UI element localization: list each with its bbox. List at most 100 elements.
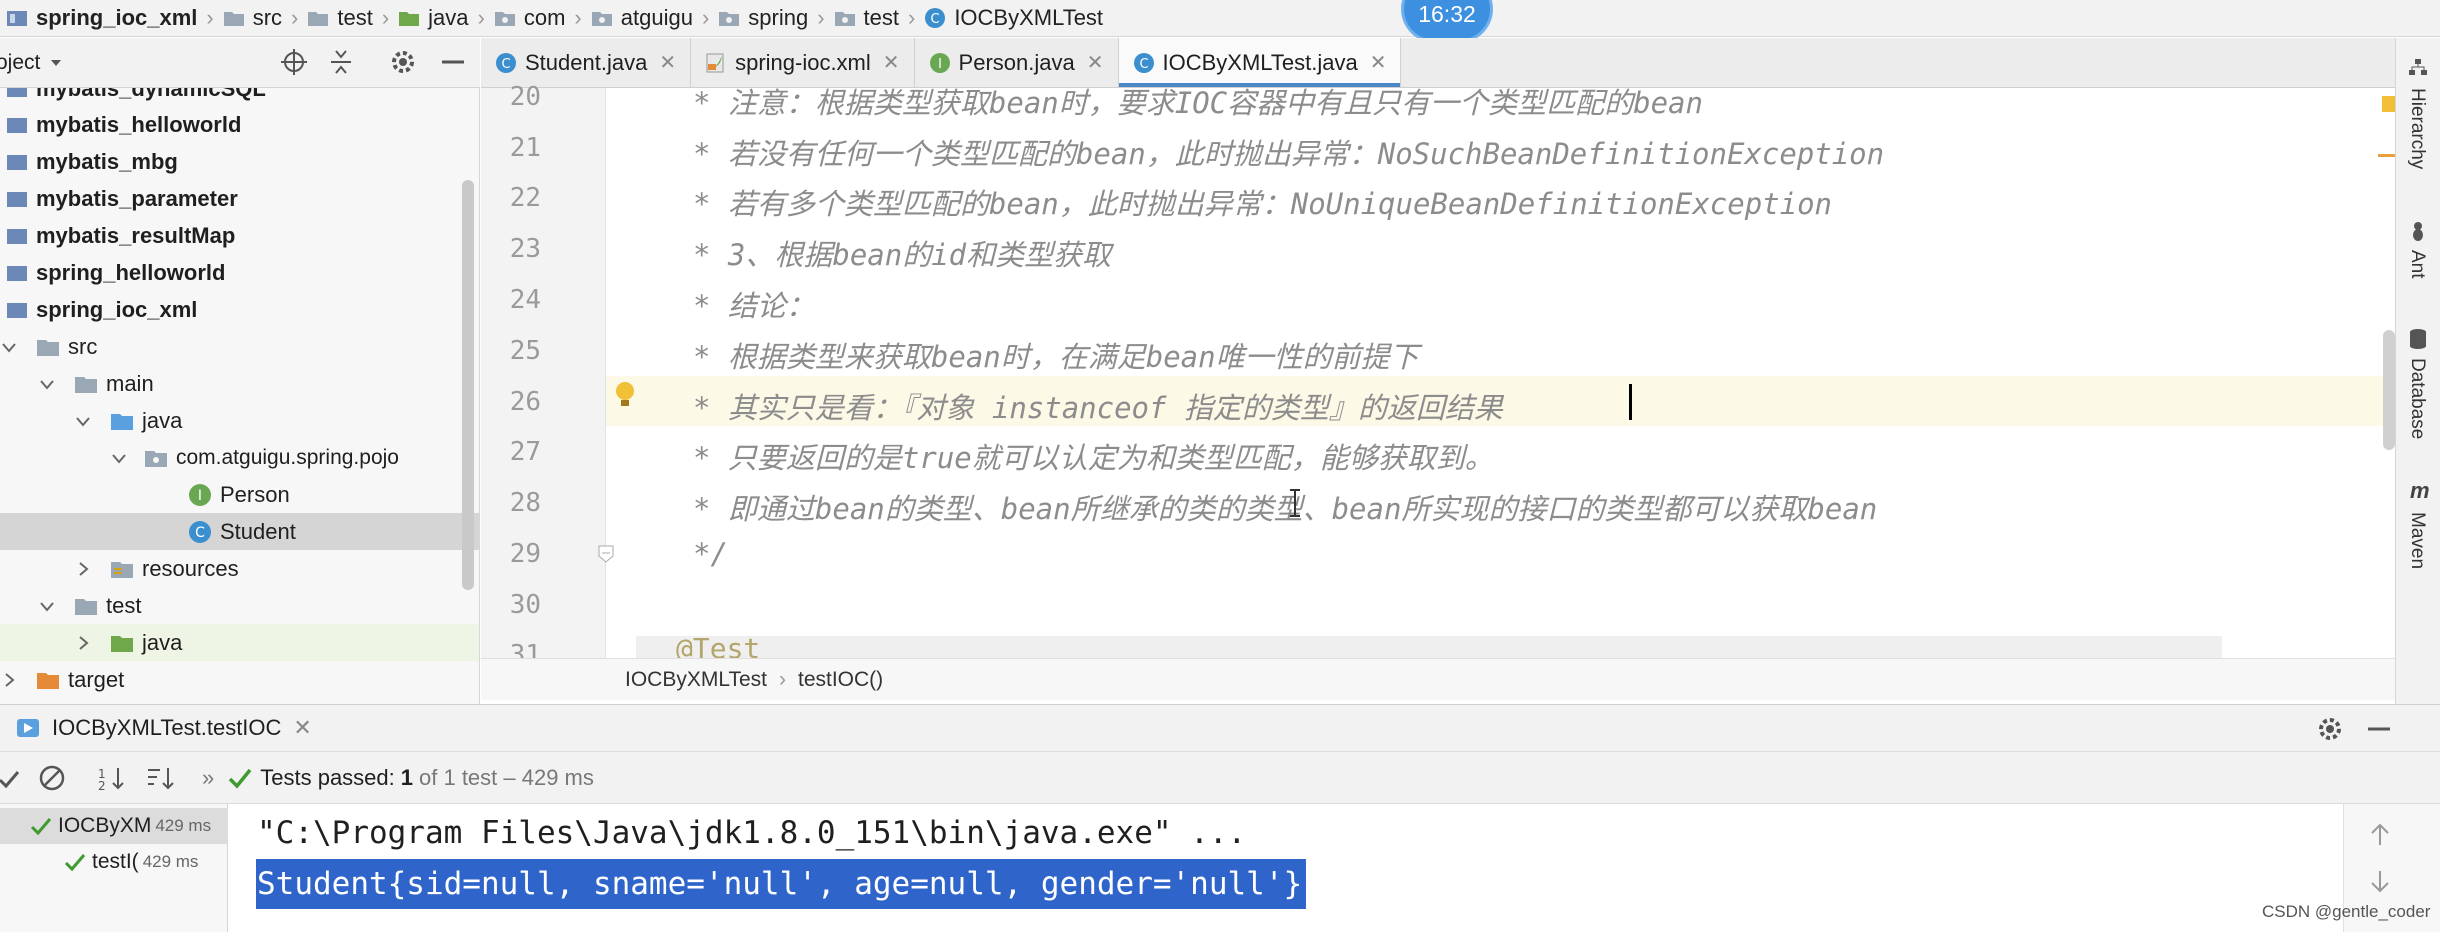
test-case-time: 429 ms <box>142 852 199 871</box>
breadcrumb-item-atguigu[interactable]: atguigu <box>585 0 699 37</box>
module-icon <box>7 191 27 207</box>
tree-item-main[interactable]: main <box>0 365 479 402</box>
package-icon <box>719 12 740 26</box>
breadcrumb-item-class[interactable]: C IOCByXMLTest <box>918 0 1109 37</box>
minimize-icon[interactable] <box>440 48 466 76</box>
project-view-title[interactable]: oject <box>0 51 40 75</box>
tool-window-hierarchy[interactable]: Hierarchy <box>2406 88 2428 169</box>
svg-text:2: 2 <box>98 779 106 792</box>
tree-item-main-java[interactable]: java <box>0 402 479 439</box>
editor-crumb-class[interactable]: IOCByXMLTest <box>625 668 767 692</box>
breadcrumb-item-test-package[interactable]: test <box>828 0 905 37</box>
tree-item-mybatis-dynamicsql[interactable]: mybatis_dynamicSQL <box>0 88 479 107</box>
chevron-down-icon[interactable] <box>74 412 92 430</box>
text-cursor-icon <box>1290 489 1300 517</box>
code-line: * 其实只是看：『对象 instanceof 指定的类型』的返回结果 <box>693 391 1503 425</box>
collapse-all-icon[interactable] <box>327 48 355 76</box>
tree-item-spring-ioc-xml[interactable]: spring_ioc_xml <box>0 291 479 328</box>
tree-item-test[interactable]: test <box>0 587 479 624</box>
breadcrumb-item-test[interactable]: test <box>301 0 378 37</box>
breadcrumb-item-src[interactable]: src <box>217 0 288 37</box>
chevron-right-icon[interactable] <box>74 634 92 652</box>
arrow-down-icon[interactable] <box>2368 868 2392 894</box>
chevron-down-icon[interactable] <box>0 338 18 356</box>
code-line: * 根据类型来获取bean时，在满足bean唯一性的前提下 <box>693 340 1419 374</box>
project-tree-scrollbar[interactable] <box>462 180 474 590</box>
tree-item-test-java[interactable]: java <box>0 624 479 661</box>
annotation-text: @Test <box>676 632 761 658</box>
tree-item-target[interactable]: target <box>0 661 479 698</box>
excluded-folder-icon <box>37 672 59 689</box>
maven-icon: m <box>2410 478 2430 503</box>
module-icon <box>7 117 27 133</box>
project-toolbar: oject <box>0 38 480 88</box>
locate-target-icon[interactable] <box>280 48 308 76</box>
tree-item-spring-helloworld[interactable]: spring_helloworld <box>0 254 479 291</box>
chevron-right-icon[interactable] <box>74 560 92 578</box>
line-number: 28 <box>509 488 541 518</box>
gear-icon[interactable] <box>2316 715 2344 743</box>
test-status-label: Tests passed: <box>260 764 395 790</box>
chevron-right-icon[interactable] <box>0 671 18 689</box>
tree-item-package-pojo[interactable]: com.atguigu.spring.pojo <box>0 439 479 476</box>
tree-item-student[interactable]: C Student <box>0 513 479 550</box>
tree-item-mybatis-mbg[interactable]: mybatis_mbg <box>0 143 479 180</box>
sort-alpha-icon[interactable]: 12 <box>98 764 128 792</box>
test-case-row[interactable]: testI( 429 ms <box>0 844 228 880</box>
breadcrumb-separator: › <box>701 5 710 30</box>
chevron-down-icon[interactable] <box>48 55 64 71</box>
tree-item-person[interactable]: I Person <box>0 476 479 513</box>
svg-text:C: C <box>501 57 510 72</box>
chevron-down-icon[interactable] <box>38 375 56 393</box>
line-number: 20 <box>509 82 541 112</box>
chevron-down-icon[interactable] <box>38 597 56 615</box>
sort-duration-icon[interactable] <box>146 764 176 792</box>
editor-scrollbar[interactable] <box>2383 330 2395 450</box>
breadcrumb-separator: › <box>574 5 582 30</box>
tab-student-java[interactable]: C Student.java ✕ <box>481 38 692 87</box>
interface-icon: I <box>189 483 211 506</box>
svg-text:C: C <box>195 525 205 541</box>
tree-item-resources[interactable]: resources <box>0 550 479 587</box>
package-icon <box>494 12 515 26</box>
gear-icon[interactable] <box>389 48 417 76</box>
ignored-toggle-icon[interactable] <box>38 764 66 792</box>
tree-item-mybatis-resultmap[interactable]: mybatis_resultMap <box>0 217 479 254</box>
more-actions-icon[interactable]: » <box>202 765 214 791</box>
close-icon[interactable]: ✕ <box>1087 50 1104 75</box>
line-number: 29 <box>509 539 541 569</box>
tree-item-mybatis-parameter[interactable]: mybatis_parameter <box>0 180 479 217</box>
code-line: * 注意：根据类型获取bean时，要求IOC容器中有且只有一个类型匹配的bean <box>693 86 1703 120</box>
close-icon[interactable]: ✕ <box>659 50 676 75</box>
breadcrumb-separator: › <box>907 5 916 30</box>
module-icon <box>7 88 27 97</box>
arrow-up-icon[interactable] <box>2368 822 2392 848</box>
tool-window-ant[interactable]: Ant <box>2406 250 2428 279</box>
fold-marker-icon[interactable] <box>597 544 615 564</box>
test-source-folder-icon <box>111 635 133 652</box>
breadcrumb-separator: › <box>778 667 786 691</box>
svg-text:C: C <box>1139 57 1148 72</box>
ant-icon <box>2413 222 2423 241</box>
interface-icon: I <box>929 52 950 73</box>
close-icon[interactable]: ✕ <box>293 715 311 741</box>
editor-crumb-method[interactable]: testIOC() <box>798 668 883 692</box>
module-icon <box>7 265 27 281</box>
test-suite-row[interactable]: IOCByXM 429 ms <box>0 808 228 844</box>
folder-icon <box>308 12 329 26</box>
lightbulb-icon[interactable] <box>612 380 638 410</box>
close-icon[interactable]: ✕ <box>1370 50 1387 75</box>
tool-window-maven[interactable]: Maven <box>2406 512 2428 569</box>
breadcrumb-item-spring[interactable]: spring <box>712 0 814 37</box>
close-icon[interactable]: ✕ <box>883 50 900 75</box>
tree-item-mybatis-helloworld[interactable]: mybatis_helloworld <box>0 106 479 143</box>
tree-item-src[interactable]: src <box>0 328 479 365</box>
tool-window-database[interactable]: Database <box>2406 358 2428 439</box>
minimize-icon[interactable] <box>2366 715 2392 743</box>
breadcrumb-item-java[interactable]: java <box>392 0 474 37</box>
breadcrumb-item-com[interactable]: com <box>488 0 572 37</box>
check-toggle-icon[interactable] <box>0 764 26 792</box>
chevron-down-icon[interactable] <box>110 449 128 467</box>
run-tab-label[interactable]: IOCByXMLTest.testIOC <box>52 715 281 741</box>
breadcrumb-item-module[interactable]: spring_ioc_xml <box>0 0 203 37</box>
